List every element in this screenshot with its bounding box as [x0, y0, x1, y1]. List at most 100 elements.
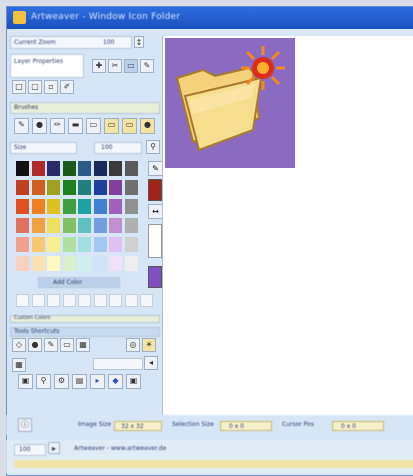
palette-swatch[interactable]	[109, 180, 122, 195]
palette-swatch[interactable]	[16, 256, 29, 271]
custom-color-slot[interactable]	[109, 294, 122, 307]
brush-2-button[interactable]: ●	[32, 118, 47, 134]
brush-select-icon[interactable]: ◂	[144, 356, 158, 370]
shortcut-4-button[interactable]: ▭	[60, 338, 74, 352]
action-4-button[interactable]: ▤	[72, 374, 87, 389]
palette-swatch[interactable]	[109, 218, 122, 233]
palette-swatch[interactable]	[109, 237, 122, 252]
custom-color-slot[interactable]	[31, 294, 45, 307]
brush-3-button[interactable]: ✏	[50, 118, 65, 134]
palette-swatch[interactable]	[109, 199, 122, 214]
action-3-button[interactable]: ⚙	[54, 374, 69, 389]
tool-3-button[interactable]: ▫	[44, 80, 58, 94]
custom-color-slot[interactable]	[78, 294, 91, 307]
action-6-button[interactable]: ◆	[108, 374, 123, 389]
tool-2-button[interactable]: ▢	[28, 80, 42, 94]
move-tool-button[interactable]: ✚	[92, 59, 106, 73]
brush-6-button[interactable]: ▭	[104, 118, 119, 134]
brush-4-button[interactable]: ▬	[68, 118, 83, 134]
palette-swatch[interactable]	[124, 161, 138, 176]
info-icon[interactable]: ⓘ	[18, 418, 32, 432]
shortcut-1-button[interactable]: ◇	[12, 338, 26, 352]
palette-swatch[interactable]	[62, 218, 76, 233]
palette-swatch[interactable]	[124, 256, 138, 271]
palette-swatch[interactable]	[47, 161, 60, 176]
brush-5-button[interactable]: ▭	[86, 118, 101, 134]
palette-swatch[interactable]	[124, 180, 138, 195]
palette-swatch[interactable]	[31, 180, 45, 195]
palette-swatch[interactable]	[47, 237, 60, 252]
size-field[interactable]: Size	[10, 142, 77, 154]
crop-tool-button[interactable]: ✂	[108, 59, 122, 73]
palette-swatch[interactable]	[78, 199, 91, 214]
palette-swatch[interactable]	[31, 161, 45, 176]
palette-swatch[interactable]	[31, 218, 45, 233]
layer-props-field[interactable]: Layer Properties	[10, 54, 84, 78]
bottom-zoom-icon[interactable]: ▸	[48, 442, 60, 454]
shortcut-7-button[interactable]: ☀	[142, 338, 156, 352]
swap-icon[interactable]: ↔	[148, 204, 163, 219]
action-1-button[interactable]: ▣	[18, 374, 33, 389]
palette-swatch[interactable]	[78, 256, 91, 271]
shortcut-2-button[interactable]: ●	[28, 338, 42, 352]
palette-swatch[interactable]	[16, 218, 29, 233]
image-canvas[interactable]	[162, 36, 413, 416]
select-tool-button[interactable]: ▭	[124, 59, 138, 73]
custom-color-slot[interactable]	[124, 294, 138, 307]
palette-swatch[interactable]	[62, 199, 76, 214]
background-color-swatch[interactable]	[148, 266, 162, 288]
zoom-stepper[interactable]: ↕	[134, 36, 144, 48]
foreground-color-swatch[interactable]	[148, 179, 162, 201]
palette-swatch[interactable]	[47, 256, 60, 271]
palette-swatch[interactable]	[78, 180, 91, 195]
palette-swatch[interactable]	[31, 256, 45, 271]
size-value-field[interactable]: 100	[94, 142, 142, 154]
palette-swatch[interactable]	[93, 237, 107, 252]
palette-swatch[interactable]	[62, 180, 76, 195]
shortcut-6-button[interactable]: ◎	[126, 338, 140, 352]
action-7-button[interactable]: ▣	[126, 374, 141, 389]
grid-icon[interactable]: ▦	[12, 358, 26, 372]
brush-1-button[interactable]: ✎	[14, 118, 29, 134]
picker-tool-button[interactable]: ✎	[140, 59, 154, 73]
custom-color-slot[interactable]	[140, 294, 153, 307]
palette-swatch[interactable]	[124, 237, 138, 252]
palette-swatch[interactable]	[47, 199, 60, 214]
palette-swatch[interactable]	[31, 199, 45, 214]
palette-swatch[interactable]	[62, 256, 76, 271]
palette-swatch[interactable]	[109, 161, 122, 176]
palette-swatch[interactable]	[16, 199, 29, 214]
palette-swatch[interactable]	[31, 237, 45, 252]
action-2-button[interactable]: ⚲	[36, 374, 51, 389]
palette-swatch[interactable]	[78, 237, 91, 252]
palette-swatch[interactable]	[93, 199, 107, 214]
custom-color-slot[interactable]	[93, 294, 107, 307]
palette-swatch[interactable]	[62, 161, 76, 176]
palette-swatch[interactable]	[93, 161, 107, 176]
palette-swatch[interactable]	[93, 180, 107, 195]
palette-swatch[interactable]	[16, 161, 29, 176]
palette-swatch[interactable]	[78, 218, 91, 233]
custom-color-slot[interactable]	[47, 294, 60, 307]
eyedropper-icon[interactable]: ⚲	[146, 140, 160, 154]
palette-swatch[interactable]	[109, 256, 122, 271]
palette-swatch[interactable]	[16, 237, 29, 252]
bottom-zoom-field[interactable]: 100	[14, 444, 46, 456]
pipette-icon[interactable]: ✎	[148, 161, 163, 176]
brush-select[interactable]	[93, 358, 143, 370]
palette-swatch[interactable]	[16, 180, 29, 195]
custom-color-slot[interactable]	[62, 294, 76, 307]
palette-swatch[interactable]	[78, 161, 91, 176]
tool-4-button[interactable]: ✐	[60, 80, 74, 94]
action-5-button[interactable]: ▸	[90, 374, 105, 389]
brush-7-button[interactable]: ▭	[122, 118, 137, 134]
palette-swatch[interactable]	[124, 218, 138, 233]
title-bar[interactable]: Artweaver - Window Icon Folder	[7, 7, 413, 29]
brush-8-button[interactable]: ●	[140, 118, 155, 134]
palette-swatch[interactable]	[124, 199, 138, 214]
tool-1-button[interactable]: □	[12, 80, 26, 94]
zoom-field[interactable]: Current Zoom 100	[10, 36, 132, 49]
add-color-button[interactable]: Add Color	[38, 277, 120, 288]
palette-swatch[interactable]	[62, 237, 76, 252]
palette-swatch[interactable]	[47, 180, 60, 195]
